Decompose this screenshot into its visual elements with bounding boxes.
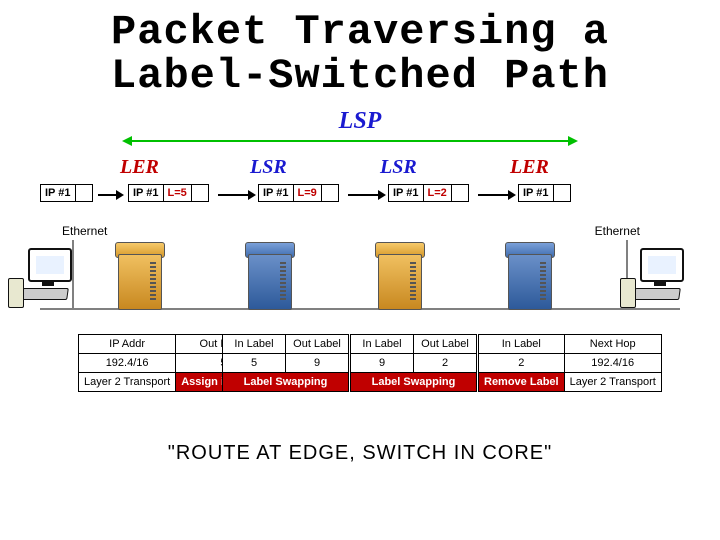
- router-type-labels: LER LSR LSR LER: [0, 156, 720, 184]
- packet-3: IP #1 L=9: [258, 184, 339, 202]
- table-lsr-1: In Label Out Label 5 9 Label Swapping: [222, 334, 349, 392]
- cell: In Label: [223, 335, 286, 354]
- title: Packet Traversing a Label-Switched Path: [0, 0, 720, 98]
- cell: Next Hop: [564, 335, 661, 354]
- cell: In Label: [351, 335, 414, 354]
- lsp-label: LSP: [339, 108, 382, 135]
- packet-2-pad: [192, 185, 208, 201]
- packet-4-ip: IP #1: [389, 185, 424, 201]
- cell: 192.4/16: [564, 354, 661, 373]
- cell: 192.4/16: [79, 354, 176, 373]
- pc-icon: [18, 248, 78, 314]
- cell: IP Addr: [79, 335, 176, 354]
- router-icon-lsr-1: [245, 242, 293, 310]
- arrow-icon: [218, 194, 250, 196]
- cell: 2: [479, 354, 565, 373]
- packet-5: IP #1: [518, 184, 571, 202]
- title-line-1: Packet Traversing a: [111, 8, 609, 56]
- label-lsr-2: LSR: [380, 156, 417, 179]
- router-icon-ler-right: [505, 242, 553, 310]
- title-line-2: Label-Switched Path: [111, 52, 609, 100]
- cell: 5: [223, 354, 286, 373]
- ethernet-label-right: Ethernet: [595, 224, 640, 238]
- ethernet-label-left: Ethernet: [62, 224, 107, 238]
- packet-1-ip: IP #1: [41, 185, 76, 201]
- lsp-span: LSP: [0, 110, 720, 156]
- cell: Layer 2 Transport: [564, 373, 661, 392]
- cell: 2: [414, 354, 477, 373]
- packet-2-ip: IP #1: [129, 185, 164, 201]
- forwarding-tables: IP Addr Out Label 192.4/16 5 Layer 2 Tra…: [0, 334, 720, 428]
- cell: In Label: [479, 335, 565, 354]
- label-lsr-1: LSR: [250, 156, 287, 179]
- arrow-icon: [98, 194, 118, 196]
- packet-1-pad: [76, 185, 92, 201]
- cell: Out Label: [414, 335, 477, 354]
- cell-action: Label Swapping: [351, 373, 477, 392]
- router-icon-lsr-2: [375, 242, 423, 310]
- label-ler-right: LER: [510, 156, 549, 179]
- packet-3-ip: IP #1: [259, 185, 294, 201]
- table-lsr-2: In Label Out Label 9 2 Label Swapping: [350, 334, 477, 392]
- router-icon-ler-left: [115, 242, 163, 310]
- caption: "ROUTE AT EDGE, SWITCH IN CORE": [0, 428, 720, 465]
- cell-action: Remove Label: [479, 373, 565, 392]
- label-ler-left: LER: [120, 156, 159, 179]
- cell: Out Label: [286, 335, 349, 354]
- packet-4-pad: [452, 185, 468, 201]
- cell: Layer 2 Transport: [79, 373, 176, 392]
- cell: 9: [351, 354, 414, 373]
- packet-2-label: L=5: [164, 185, 192, 201]
- packet-row: IP #1 IP #1 L=5 IP #1 L=9 IP #1 L=2 IP #…: [0, 184, 720, 218]
- packet-4: IP #1 L=2: [388, 184, 469, 202]
- cell-action: Label Swapping: [223, 373, 349, 392]
- packet-4-label: L=2: [424, 185, 452, 201]
- packet-1: IP #1: [40, 184, 93, 202]
- network-row: Ethernet Ethernet: [0, 218, 720, 328]
- packet-2: IP #1 L=5: [128, 184, 209, 202]
- arrow-icon: [348, 194, 380, 196]
- packet-5-pad: [554, 185, 570, 201]
- lsp-arrow: [130, 140, 570, 142]
- packet-3-label: L=9: [294, 185, 322, 201]
- packet-3-pad: [322, 185, 338, 201]
- arrow-icon: [478, 194, 510, 196]
- packet-5-ip: IP #1: [519, 185, 554, 201]
- cell: 9: [286, 354, 349, 373]
- pc-icon: [630, 248, 690, 314]
- table-ler-egress: In Label Next Hop 2 192.4/16 Remove Labe…: [478, 334, 662, 392]
